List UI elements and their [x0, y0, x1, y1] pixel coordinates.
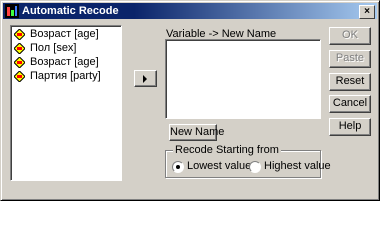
spss-app-icon [5, 4, 19, 18]
cancel-button[interactable]: Cancel [329, 95, 371, 113]
window-title: Automatic Recode [22, 5, 119, 17]
variable-label: Партия [party] [30, 70, 101, 82]
variable-label: Возраст [age] [30, 28, 99, 40]
variable-label: Пол [sex] [30, 42, 77, 54]
title-bar[interactable]: Automatic Recode × [3, 3, 377, 19]
ok-button[interactable]: OK [329, 27, 371, 45]
scale-variable-icon [14, 29, 25, 40]
target-variable-list[interactable] [165, 39, 321, 119]
variable-label: Возраст [age] [30, 56, 99, 68]
radio-circle [172, 161, 184, 173]
right-arrow-icon [143, 75, 147, 83]
nominal-variable-icon [14, 43, 25, 54]
nominal-variable-icon [14, 71, 25, 82]
source-variable-list[interactable]: Возраст [age] Пол [sex] Возраст [age] Па… [10, 25, 122, 181]
radio-circle [249, 161, 261, 173]
close-button[interactable]: × [359, 5, 375, 19]
help-button[interactable]: Help [329, 118, 371, 136]
nominal-variable-icon [14, 57, 25, 68]
move-variable-button[interactable] [134, 70, 157, 87]
automatic-recode-dialog: Automatic Recode × Возраст [age] Пол [se… [0, 0, 380, 201]
highest-value-label: Highest value [264, 160, 331, 172]
group-title: Recode Starting from [173, 144, 281, 156]
paste-button[interactable]: Paste [329, 50, 371, 68]
reset-button[interactable]: Reset [329, 73, 371, 91]
recode-starting-from-group: Recode Starting from Lowest value Highes… [165, 144, 331, 178]
lowest-value-label: Lowest value [187, 160, 252, 172]
new-name-button[interactable]: New Name [169, 124, 224, 141]
